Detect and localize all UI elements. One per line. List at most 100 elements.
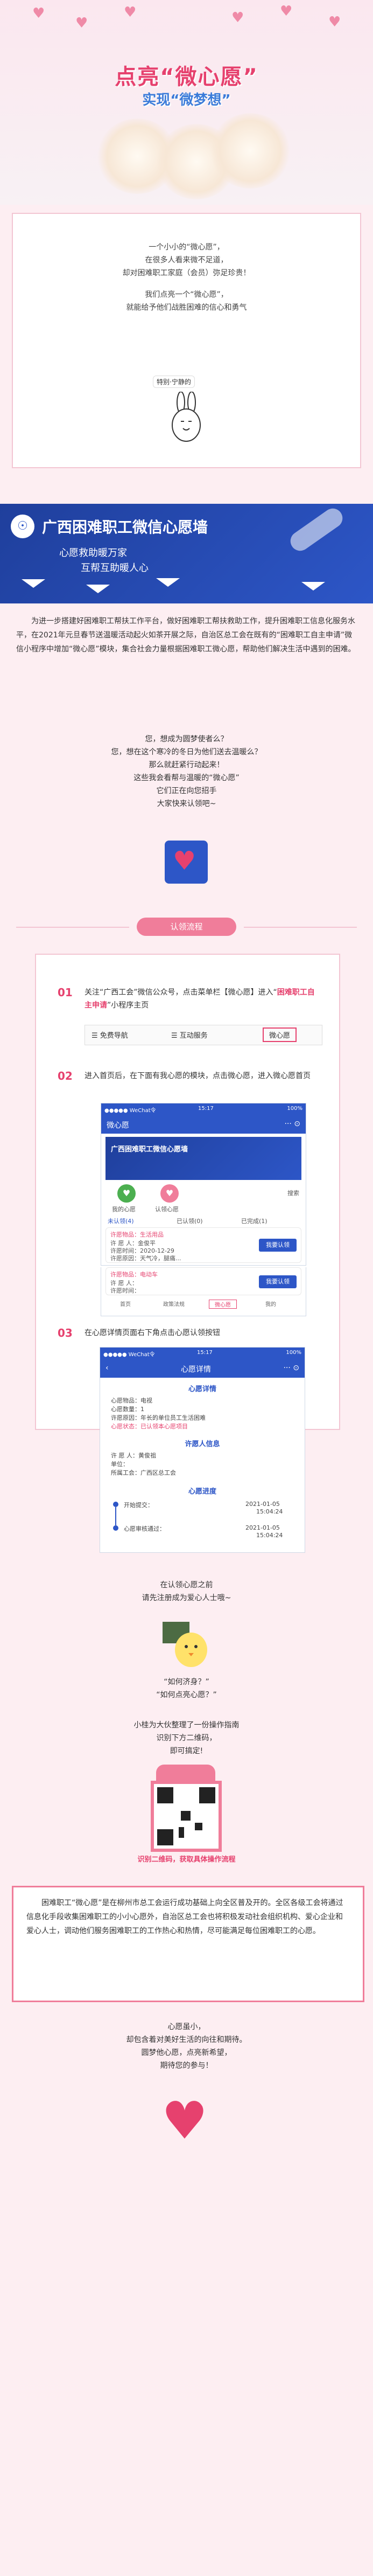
search-label[interactable]: 搜索 bbox=[287, 1189, 299, 1197]
detail-row: 心愿物品：电视 bbox=[111, 1397, 152, 1404]
text-line: 小桂为大伙整理了一份操作指南 bbox=[133, 1721, 240, 1730]
heart-icon: ♥ bbox=[173, 846, 196, 876]
page-title: 点亮“微心愿” bbox=[115, 65, 258, 89]
heart-icon: ♥ bbox=[328, 14, 341, 30]
bunny-icon bbox=[172, 392, 201, 442]
progress-date: 2021-01-05 bbox=[245, 1501, 280, 1508]
paper-boat-icon bbox=[22, 579, 45, 588]
flower-decoration bbox=[210, 113, 291, 189]
tab-claimed[interactable]: 已认领(0) bbox=[177, 1217, 203, 1225]
text-line: “如何济身？” bbox=[164, 1678, 209, 1686]
wish-item: 许愿物品：生活用品 bbox=[110, 1231, 164, 1238]
phone-screenshot-home-lower: 许愿物品：电动车 许 愿 人： 许愿时间： 我要认领 首页 政策法规 微心愿 我… bbox=[101, 1267, 306, 1316]
wish-wall-banner: ☉ 广西困难职工微信心愿墙 心愿救助暖万家 互帮互助暖人心 bbox=[0, 504, 373, 603]
outro-paragraph: 困难职工“微心愿”是在柳州市总工会运行成功基础上向全区普及开的。全区各级工会将通… bbox=[26, 1899, 343, 1935]
person-row: 所属工会：广西区总工会 bbox=[111, 1469, 176, 1476]
heart-icon: ♥ bbox=[161, 2091, 208, 2151]
text-line: 圆梦他心愿，点亮新希望， bbox=[141, 2049, 232, 2057]
banner-slogan: 心愿救助暖万家 互帮互助暖人心 bbox=[59, 546, 149, 576]
more-icon[interactable]: ··· ⊙ bbox=[284, 1120, 300, 1128]
text-line: 在认领心愿之前 bbox=[160, 1581, 213, 1589]
progress-header: 心愿进度 bbox=[188, 1488, 216, 1496]
text-line: 期待您的参与！ bbox=[160, 2061, 213, 2070]
progress-label: 开始提交： bbox=[124, 1502, 153, 1509]
intro-card: 一个小小的“微心愿”， 在很多人看来微不足道， 却对困难职工家庭（会员）弥足珍贵… bbox=[12, 213, 361, 468]
chick-lines: “如何济身？” “如何点亮心愿？” bbox=[0, 1676, 373, 1702]
chick-icon bbox=[163, 1622, 207, 1667]
ending-lines: 心愿虽小， 却包含着对美好生活的向往和期待。 圆梦他心愿，点亮新希望， 期待您的… bbox=[0, 2020, 373, 2072]
nav-mine[interactable]: 我的 bbox=[257, 1300, 284, 1308]
question-line: 这些我会看帮与温暖的“微心愿” bbox=[133, 774, 240, 782]
clock: 15:17 bbox=[198, 1106, 214, 1112]
step-text: 进入首页后，在下面有我心愿的模块，点击微心愿，进入微心愿首页 bbox=[85, 1072, 311, 1080]
heart-icon: ♥ bbox=[124, 4, 137, 20]
text-line: 心愿虽小， bbox=[167, 2023, 206, 2031]
text-line: 却包含着对美好生活的向往和期待。 bbox=[126, 2036, 247, 2044]
page-subtitle: 实现“微梦想” bbox=[142, 92, 231, 108]
menu-item[interactable]: ☰ 免费导航 bbox=[92, 1030, 128, 1040]
text-line: 识别下方二维码， bbox=[156, 1734, 217, 1742]
app-header: ‹ 心愿详情 ··· ⊙ bbox=[100, 1359, 305, 1378]
claim-button[interactable]: 我要认领 bbox=[259, 1275, 297, 1288]
my-wish-label: 我的心愿 bbox=[112, 1206, 136, 1213]
outro-box: 困难职工“微心愿”是在柳州市总工会运行成功基础上向全区普及开的。全区各级工会将通… bbox=[12, 1886, 364, 2002]
banner-title: 广西困难职工微信心愿墙 bbox=[42, 518, 208, 536]
progress-dot bbox=[113, 1502, 118, 1507]
qr-code[interactable] bbox=[151, 1781, 222, 1852]
tab-completed[interactable]: 已完成(1) bbox=[241, 1217, 268, 1225]
nav-policy[interactable]: 政策法规 bbox=[160, 1300, 187, 1308]
my-wish-icon[interactable]: ♥ bbox=[117, 1184, 136, 1203]
menu-item-wish[interactable]: 微心愿 bbox=[263, 1027, 297, 1042]
nav-wish[interactable]: 微心愿 bbox=[209, 1300, 237, 1309]
step-number: 01 bbox=[58, 986, 73, 999]
banner-slogan-line: 互帮互助暖人心 bbox=[81, 563, 149, 574]
step-text: 在心愿详情页面右下角点击心愿认领按钮 bbox=[85, 1329, 220, 1337]
mini-banner-title: 广西困难职工微信心愿墙 bbox=[111, 1145, 188, 1154]
intro-poem: 一个小小的“微心愿”， 在很多人看来微不足道， 却对困难职工家庭（会员）弥足珍贵… bbox=[13, 241, 360, 314]
claim-button[interactable]: 我要认领 bbox=[259, 1239, 297, 1252]
poem-line: 却对困难职工家庭（会员）弥足珍贵！ bbox=[122, 269, 251, 277]
back-icon[interactable]: ‹ bbox=[105, 1364, 109, 1372]
union-logo-icon: ☉ bbox=[11, 515, 34, 538]
qr-caption: 识别二维码，获取具体操作流程 bbox=[137, 1856, 236, 1864]
app-header: 微心愿 ··· ⊙ bbox=[101, 1115, 306, 1134]
paper-boat-icon bbox=[86, 585, 110, 593]
step-text-part: 关注“广西工会”微信公众号，点击菜单栏【微心愿】进入“ bbox=[85, 988, 277, 997]
nav-home[interactable]: 首页 bbox=[112, 1300, 139, 1308]
progress-dot bbox=[113, 1525, 118, 1531]
questions: 您，想成为圆梦使者么？ 您，想在这个寒冷的冬日为他们送去温暖么？ 那么就赶紧行动… bbox=[0, 733, 373, 810]
paper-boat-icon bbox=[301, 582, 325, 591]
question-line: 您，想成为圆梦使者么？ bbox=[145, 735, 228, 744]
claim-wish-label: 认领心愿 bbox=[155, 1206, 179, 1213]
poem-line: 我们点亮一个“微心愿”， bbox=[145, 290, 228, 299]
heart-icon: ♥ bbox=[75, 15, 88, 31]
step-number: 03 bbox=[58, 1327, 73, 1339]
guide-lines: 小桂为大伙整理了一份操作指南 识别下方二维码， 即可搞定! bbox=[0, 1719, 373, 1758]
progress-time: 15:04:24 bbox=[256, 1532, 283, 1539]
menu-item[interactable]: ☰ 互动服务 bbox=[171, 1030, 208, 1040]
wish-reason: 许愿原因：天气冷，腿痛... bbox=[110, 1255, 181, 1262]
question-line: 它们正在向您招手 bbox=[156, 787, 217, 795]
progress-date: 2021-01-05 bbox=[245, 1524, 280, 1531]
tab-unclaimed[interactable]: 未认领(4) bbox=[108, 1217, 134, 1225]
page: ♥ ♥ ♥ ♥ ♥ ♥ 点亮“微心愿” 实现“微梦想” 一个小小的“微心愿”， … bbox=[0, 0, 373, 2576]
detail-row: 心愿数量：1 bbox=[111, 1406, 144, 1413]
before-claim-text: 在认领心愿之前 请先注册成为爱心人士哦~ bbox=[0, 1579, 373, 1605]
wish-item: 许愿物品：电动车 bbox=[110, 1271, 158, 1278]
more-icon[interactable]: ··· ⊙ bbox=[283, 1364, 299, 1372]
progress-time: 15:04:24 bbox=[256, 1508, 283, 1515]
heart-icon-button[interactable]: ♥ bbox=[165, 841, 208, 884]
header: ♥ ♥ ♥ ♥ ♥ ♥ 点亮“微心愿” 实现“微梦想” bbox=[0, 0, 373, 205]
heart-icon: ♥ bbox=[32, 5, 45, 22]
detail-row: 心愿状态：已认领本心愿项目 bbox=[111, 1423, 188, 1430]
progress-label: 心愿审核通过： bbox=[124, 1525, 165, 1532]
wish-card: 许愿物品：电动车 许 愿 人： 许愿时间： 我要认领 bbox=[105, 1267, 301, 1295]
claim-wish-icon[interactable]: ♥ bbox=[160, 1184, 179, 1203]
poem-line: 就能给予他们战胜困难的信心和勇气 bbox=[126, 303, 247, 312]
text-line: 即可搞定! bbox=[170, 1747, 203, 1755]
poem-line: 一个小小的“微心愿”， bbox=[149, 243, 224, 252]
battery: 100% bbox=[287, 1106, 302, 1112]
bunny-caption: 特别·宁静的 bbox=[153, 376, 195, 388]
carrier: ●●●●● WeChat令 bbox=[104, 1108, 156, 1114]
poem-line: 在很多人看来微不足道， bbox=[145, 256, 228, 265]
